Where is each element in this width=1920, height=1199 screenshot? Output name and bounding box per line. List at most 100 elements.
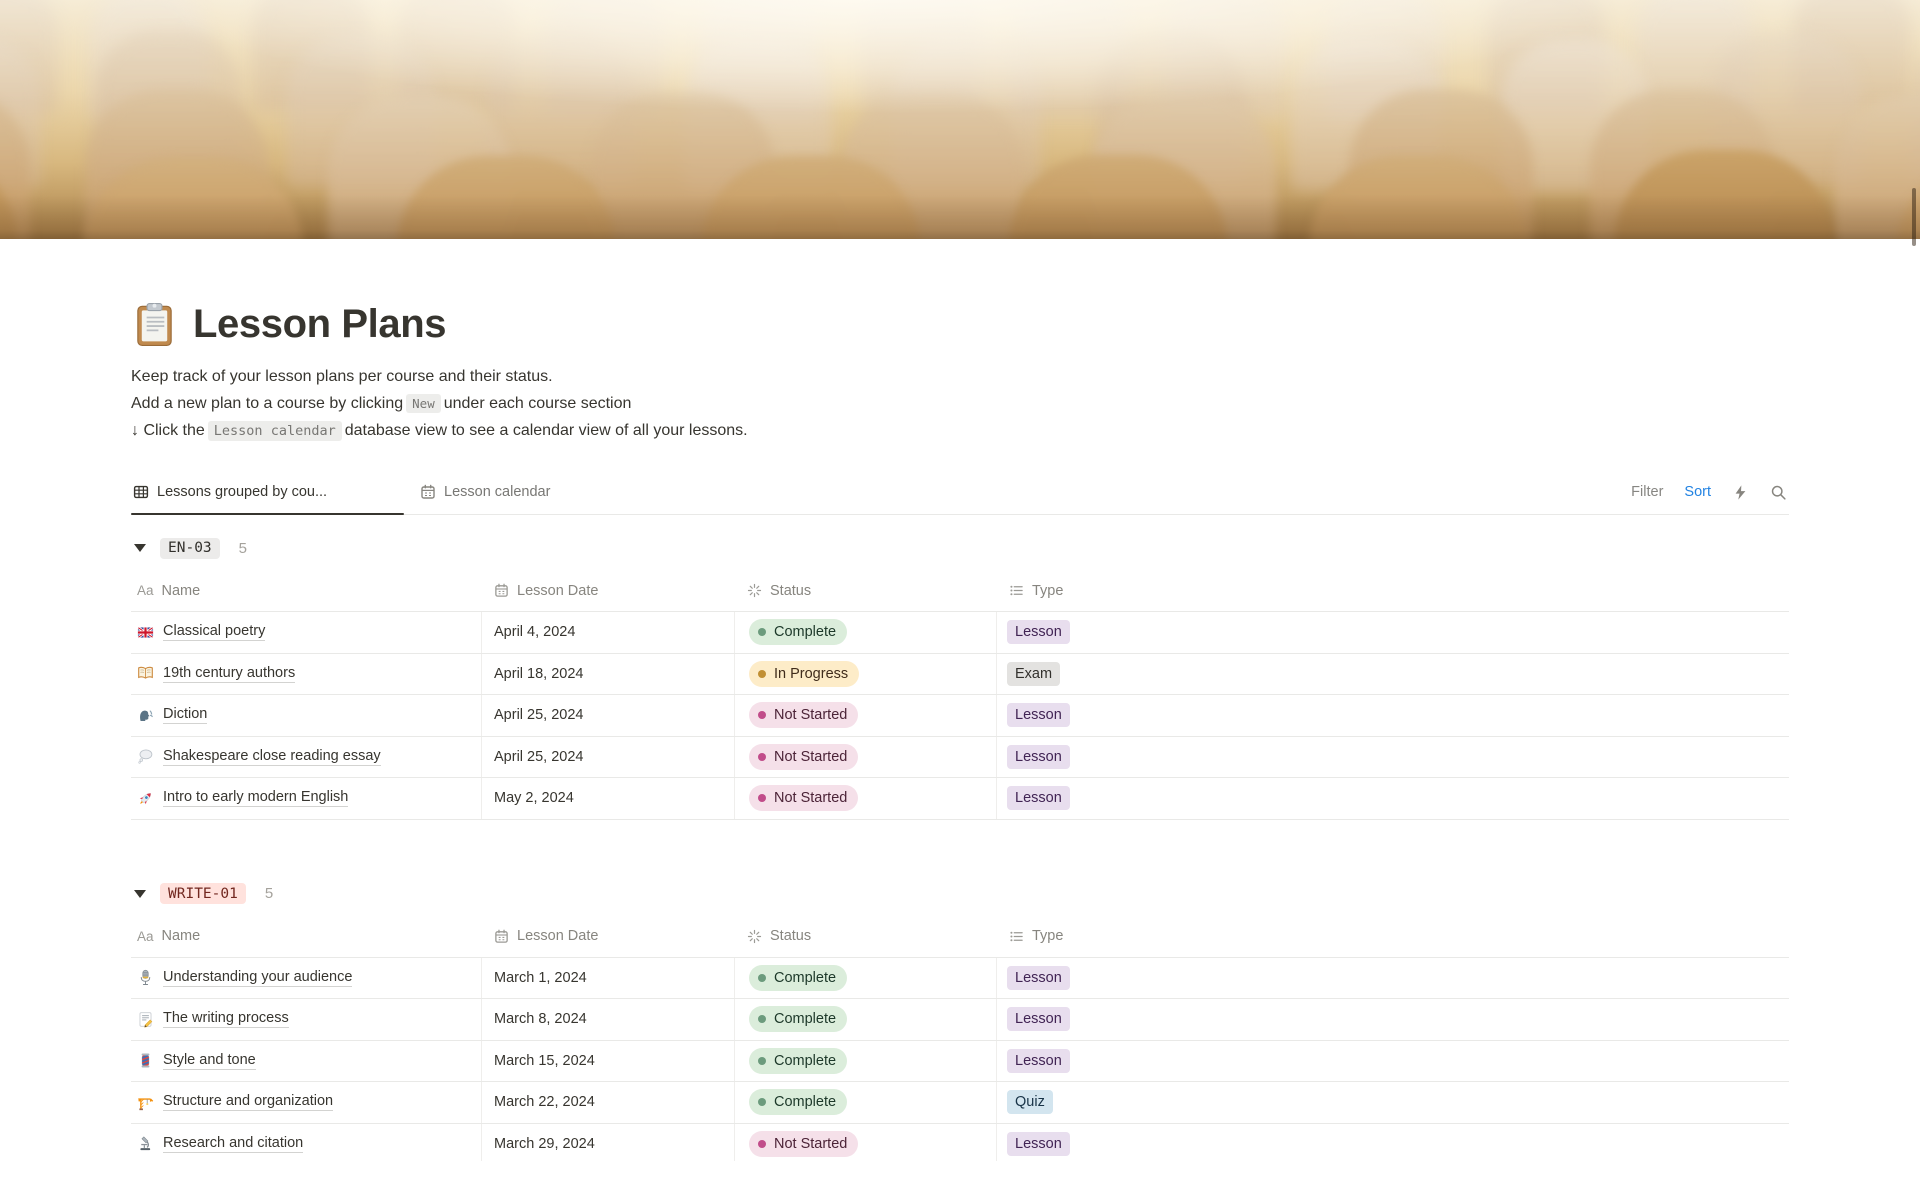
column-header-name[interactable]: Aa Name — [131, 570, 482, 611]
group-course-tag[interactable]: EN-03 — [160, 537, 220, 559]
lesson-date-cell[interactable]: April 4, 2024 — [482, 612, 735, 653]
page-link[interactable]: Understanding your audience — [163, 969, 353, 987]
table-row[interactable]: Understanding your audience March 1, 202… — [131, 957, 1789, 999]
table-row[interactable]: Intro to early modern English May 2, 202… — [131, 778, 1789, 820]
status-label: Complete — [774, 1052, 837, 1069]
page-link[interactable]: Research and citation — [163, 1135, 304, 1153]
status-cell[interactable]: Complete — [735, 612, 997, 653]
column-label: Type — [1032, 928, 1064, 944]
group-row-count: 5 — [264, 885, 274, 902]
status-cell[interactable]: Complete — [735, 1082, 997, 1123]
cover-bottom-shadow — [0, 195, 1920, 239]
new-button-chip: New — [406, 394, 441, 413]
status-cell[interactable]: In Progress — [735, 653, 997, 694]
status-cell[interactable]: Not Started — [735, 1123, 997, 1164]
table-row[interactable]: 19th century authors April 18, 2024 In P… — [131, 653, 1789, 695]
lesson-date-cell[interactable]: March 8, 2024 — [482, 999, 735, 1040]
group-rows: Classical poetry April 4, 2024 Complete … — [131, 612, 1789, 820]
automations-bolt-icon[interactable] — [1732, 484, 1749, 501]
clipboard-icon[interactable] — [131, 301, 178, 348]
lesson-date-cell[interactable]: March 29, 2024 — [482, 1123, 735, 1164]
name-cell[interactable]: The writing process — [131, 999, 482, 1040]
lesson-date-cell[interactable]: May 2, 2024 — [482, 778, 735, 819]
status-cell[interactable]: Not Started — [735, 778, 997, 819]
name-cell[interactable]: Diction — [131, 695, 482, 736]
type-cell[interactable]: Quiz — [997, 1082, 1789, 1123]
page-link[interactable]: Style and tone — [163, 1052, 256, 1070]
type-cell[interactable]: Lesson — [997, 1041, 1789, 1082]
status-badge: Not Started — [749, 702, 859, 729]
open-book-icon — [137, 665, 154, 682]
name-cell[interactable]: Classical poetry — [131, 612, 482, 653]
table-row[interactable]: Style and tone March 15, 2024 Complete L… — [131, 1040, 1789, 1082]
name-cell[interactable]: Style and tone — [131, 1040, 482, 1081]
column-header-lesson-date[interactable]: Lesson Date — [482, 916, 735, 957]
name-cell[interactable]: Understanding your audience — [131, 957, 482, 998]
column-header-type[interactable]: Type — [997, 916, 1789, 957]
cover-image[interactable] — [0, 0, 1920, 239]
type-cell[interactable]: Lesson — [997, 778, 1789, 819]
status-cell[interactable]: Complete — [735, 1040, 997, 1081]
table-row[interactable]: The writing process March 8, 2024 Comple… — [131, 999, 1789, 1041]
group-toggle-triangle-icon[interactable] — [134, 889, 146, 898]
type-badge: Lesson — [1007, 1048, 1070, 1073]
type-cell[interactable]: Lesson — [997, 958, 1789, 999]
name-cell[interactable]: Structure and organization — [131, 1082, 482, 1123]
status-dot-icon — [758, 1056, 766, 1065]
column-header-name[interactable]: Aa Name — [131, 916, 482, 957]
filter-button[interactable]: Filter — [1631, 484, 1663, 500]
name-cell[interactable]: Research and citation — [131, 1123, 482, 1164]
lesson-date-cell[interactable]: April 18, 2024 — [482, 653, 735, 694]
name-cell[interactable]: Intro to early modern English — [131, 778, 482, 819]
lesson-date-cell[interactable]: April 25, 2024 — [482, 736, 735, 777]
page-link[interactable]: Classical poetry — [163, 623, 266, 642]
lesson-date-cell[interactable]: March 22, 2024 — [482, 1082, 735, 1123]
page-link[interactable]: Structure and organization — [163, 1093, 334, 1112]
column-header-status[interactable]: Status — [735, 570, 997, 611]
tab-label: Lesson calendar — [444, 484, 551, 500]
name-cell[interactable]: Shakespeare close reading essay — [131, 736, 482, 777]
sort-button[interactable]: Sort — [1684, 484, 1711, 500]
type-cell[interactable]: Exam — [997, 654, 1789, 695]
table-row[interactable]: Classical poetry April 4, 2024 Complete … — [131, 612, 1789, 654]
group-toggle-triangle-icon[interactable] — [134, 544, 146, 552]
lesson-date-cell[interactable]: March 15, 2024 — [482, 1040, 735, 1081]
column-header-lesson-date[interactable]: Lesson Date — [482, 570, 735, 611]
table-row[interactable]: Diction April 25, 2024 Not Started Lesso… — [131, 695, 1789, 737]
type-cell[interactable]: Lesson — [997, 695, 1789, 736]
type-cell[interactable]: Lesson — [997, 612, 1789, 653]
page-link[interactable]: Intro to early modern English — [163, 789, 349, 808]
page-link[interactable]: Diction — [163, 706, 208, 725]
column-header-type[interactable]: Type — [997, 570, 1789, 611]
status-badge: Not Started — [749, 743, 859, 770]
table-row[interactable]: Structure and organization March 22, 202… — [131, 1082, 1789, 1124]
table-row[interactable]: Research and citation March 29, 2024 Not… — [131, 1123, 1789, 1165]
lesson-date-cell[interactable]: April 25, 2024 — [482, 695, 735, 736]
type-cell[interactable]: Lesson — [997, 999, 1789, 1040]
status-cell[interactable]: Complete — [735, 999, 997, 1040]
status-dot-icon — [758, 794, 766, 803]
page-link[interactable]: 19th century authors — [163, 665, 296, 683]
name-cell[interactable]: 19th century authors — [131, 653, 482, 694]
type-cell[interactable]: Lesson — [997, 1124, 1789, 1165]
microphone-icon — [137, 969, 154, 986]
status-cell[interactable]: Not Started — [735, 695, 997, 736]
status-label: Complete — [774, 1011, 837, 1028]
status-cell[interactable]: Not Started — [735, 736, 997, 777]
page-link[interactable]: The writing process — [163, 1010, 289, 1029]
tab-lesson-calendar[interactable]: Lesson calendar — [418, 470, 560, 514]
lesson-date-cell[interactable]: March 1, 2024 — [482, 957, 735, 998]
tab-lessons-grouped-by-course[interactable]: Lessons grouped by cou... — [131, 470, 404, 515]
type-cell[interactable]: Lesson — [997, 737, 1789, 778]
page-link[interactable]: Shakespeare close reading essay — [163, 748, 381, 766]
column-header-status[interactable]: Status — [735, 916, 997, 957]
status-badge: Complete — [749, 964, 848, 991]
column-label: Status — [770, 582, 812, 599]
status-cell[interactable]: Complete — [735, 957, 997, 998]
view-toolbar: Lessons grouped by cou... Lesson calenda… — [131, 470, 1789, 515]
scrollbar-thumb[interactable] — [1912, 188, 1916, 246]
table-row[interactable]: Shakespeare close reading essay April 25… — [131, 736, 1789, 778]
status-label: Not Started — [774, 707, 848, 724]
group-course-tag[interactable]: WRITE-01 — [160, 883, 246, 904]
search-icon[interactable] — [1770, 484, 1787, 501]
